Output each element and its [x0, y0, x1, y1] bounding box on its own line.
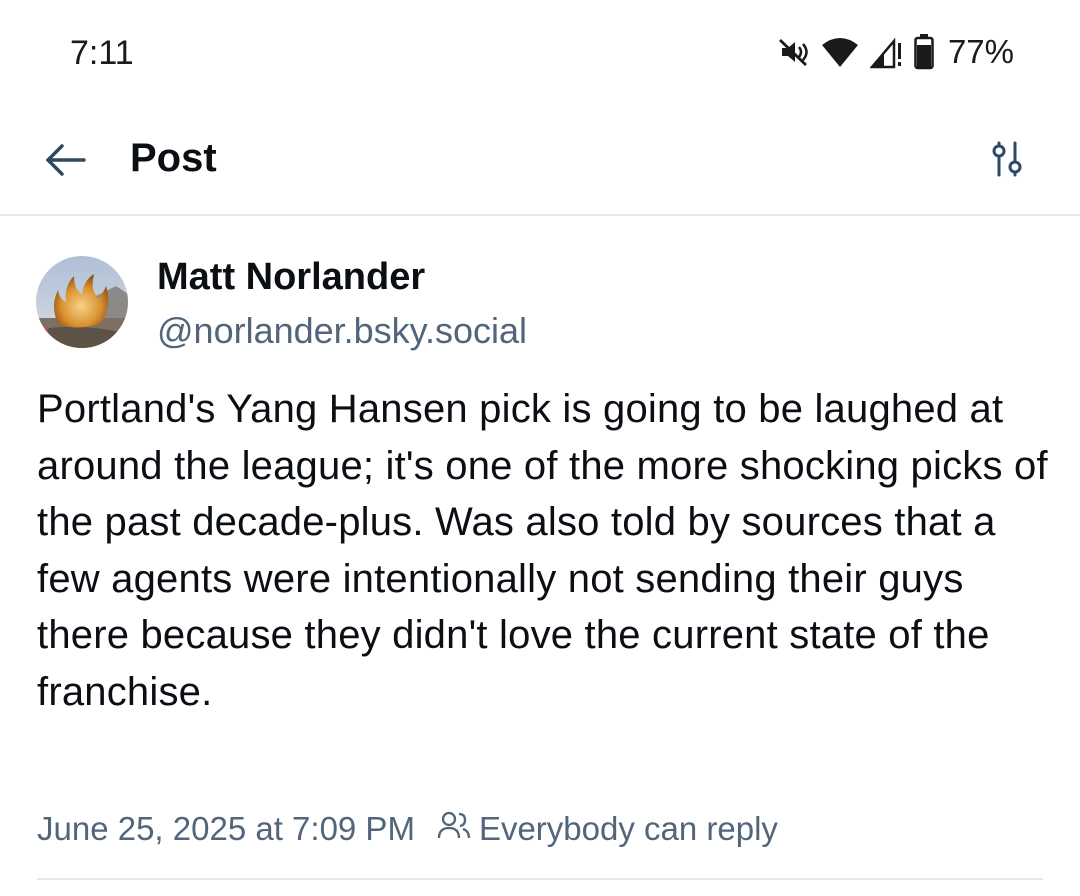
mute-icon [776, 35, 810, 69]
post-text: Portland's Yang Hansen pick is going to … [37, 387, 1048, 714]
back-button[interactable] [40, 138, 92, 186]
status-bar: 7:11 77% [0, 0, 1080, 110]
status-time: 7:11 [70, 34, 134, 72]
status-icons: 77% [776, 33, 1014, 71]
page-title: Post [130, 136, 217, 180]
post-timestamp[interactable]: June 25, 2025 at 7:09 PM [37, 810, 415, 848]
arrow-left-icon [44, 142, 88, 183]
thread-settings-button[interactable] [982, 136, 1032, 186]
sliders-icon [989, 139, 1025, 184]
reply-setting-label: Everybody can reply [478, 810, 778, 847]
divider [37, 878, 1043, 880]
author-name[interactable]: Matt Norlander [157, 256, 425, 299]
wifi-icon [820, 35, 860, 69]
reply-setting[interactable]: Everybody can reply [437, 810, 778, 848]
header: Post [0, 110, 1080, 216]
battery-percent: 77% [947, 33, 1014, 70]
battery-icon [914, 34, 934, 70]
avatar[interactable] [36, 256, 128, 348]
author-handle[interactable]: @norlander.bsky.social [157, 310, 527, 352]
signal-icon [869, 35, 904, 69]
post-meta: June 25, 2025 at 7:09 PM Everybody can r… [37, 810, 778, 848]
people-icon [437, 810, 471, 848]
